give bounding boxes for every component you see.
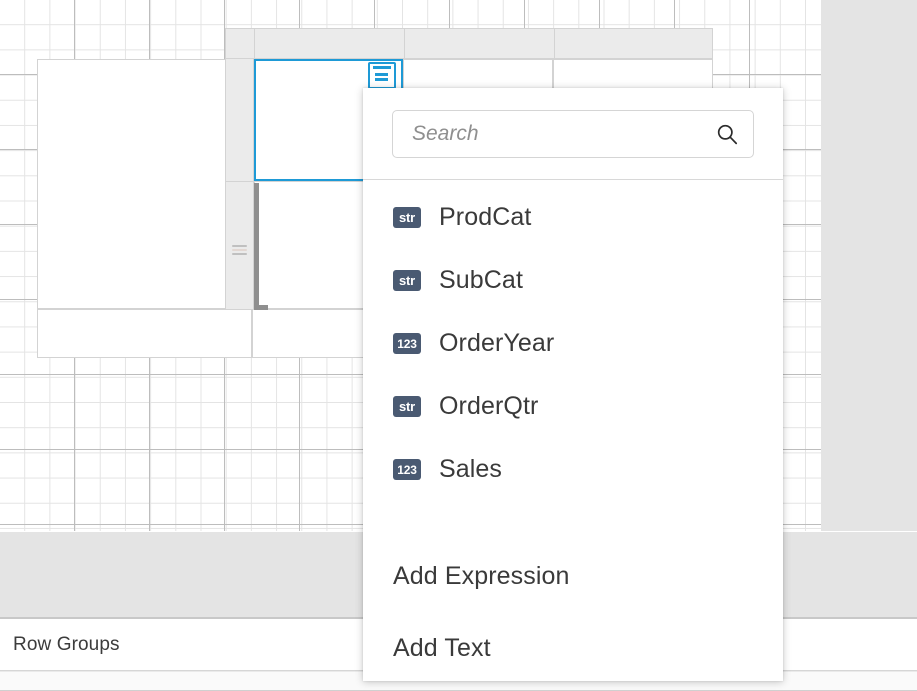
field-selector-dropdown[interactable]: str ProdCat str SubCat 123 OrderYear str… bbox=[363, 88, 783, 681]
add-text-item[interactable]: Add Text bbox=[363, 612, 783, 684]
tablix-group-bracket bbox=[254, 183, 268, 310]
field-item-orderqtr[interactable]: str OrderQtr bbox=[363, 375, 783, 438]
tablix-row-handle-gutter[interactable] bbox=[225, 59, 254, 309]
tablix-corner-handle[interactable] bbox=[226, 29, 255, 58]
tablix-column-header-strip[interactable] bbox=[225, 28, 713, 59]
dropdown-action-list: Add Expression Add Text bbox=[363, 532, 783, 684]
tablix-column-handle-1[interactable] bbox=[255, 29, 405, 58]
field-label: OrderQtr bbox=[439, 392, 539, 420]
type-badge-number-icon: 123 bbox=[393, 459, 421, 480]
report-designer-screen: Row Groups str ProdCat str bbox=[0, 0, 917, 691]
type-badge-number-icon: 123 bbox=[393, 333, 421, 354]
tablix-cell-body-left[interactable] bbox=[37, 59, 226, 309]
tablix-cell-footer-left[interactable] bbox=[37, 309, 252, 358]
field-label: SubCat bbox=[439, 266, 523, 294]
search-box[interactable] bbox=[392, 110, 754, 158]
field-label: ProdCat bbox=[439, 203, 532, 231]
surface-right-gutter bbox=[821, 0, 917, 531]
field-item-subcat[interactable]: str SubCat bbox=[363, 249, 783, 312]
field-label: Sales bbox=[439, 455, 503, 483]
type-badge-str-icon: str bbox=[393, 270, 421, 291]
field-item-sales[interactable]: 123 Sales bbox=[363, 438, 783, 501]
field-item-orderyear[interactable]: 123 OrderYear bbox=[363, 312, 783, 375]
type-badge-str-icon: str bbox=[393, 207, 421, 228]
tablix-column-handle-2[interactable] bbox=[405, 29, 555, 58]
row-drag-grip-icon[interactable] bbox=[232, 245, 247, 256]
row-groups-title: Row Groups bbox=[13, 633, 120, 655]
type-badge-str-icon: str bbox=[393, 396, 421, 417]
tablix-column-handle-3[interactable] bbox=[555, 29, 712, 58]
row-handle-divider bbox=[225, 181, 253, 182]
search-icon[interactable] bbox=[716, 123, 738, 145]
field-list: str ProdCat str SubCat 123 OrderYear str… bbox=[363, 180, 783, 501]
field-item-prodcat[interactable]: str ProdCat bbox=[363, 186, 783, 249]
table-field-selector-icon bbox=[367, 62, 396, 89]
dropdown-search-area bbox=[363, 88, 783, 180]
search-input[interactable] bbox=[393, 111, 753, 157]
add-expression-item[interactable]: Add Expression bbox=[363, 540, 783, 612]
field-label: OrderYear bbox=[439, 329, 555, 357]
